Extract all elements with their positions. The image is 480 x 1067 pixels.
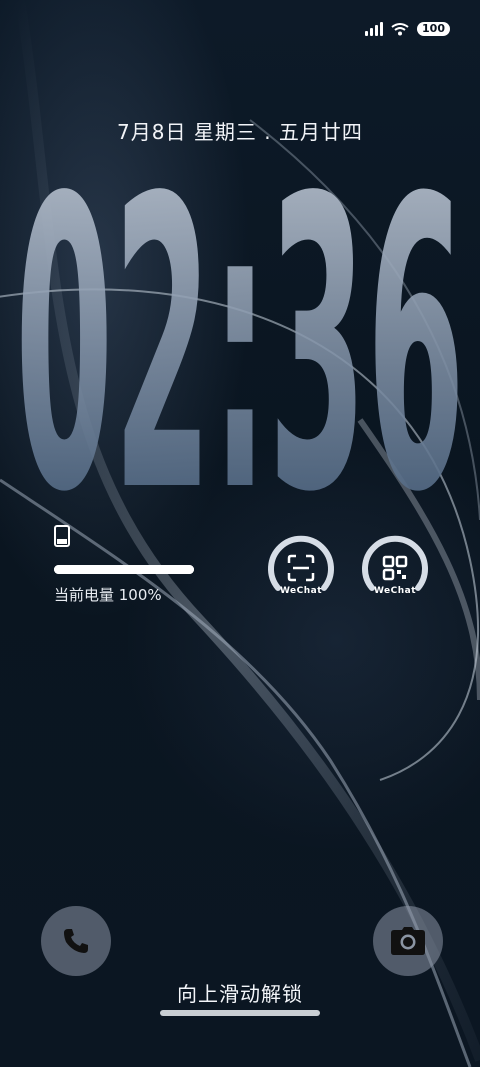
phone-call-button[interactable] — [41, 906, 111, 976]
camera-button[interactable] — [373, 906, 443, 976]
signal-icon — [365, 22, 384, 36]
unlock-hint: 向上滑动解锁 — [177, 982, 303, 1006]
phone-call-icon — [64, 929, 88, 953]
scan-icon — [287, 554, 315, 582]
battery-label: 当前电量 100% — [54, 586, 162, 604]
wechat-scan-shortcut[interactable]: WeChat — [266, 533, 336, 603]
phone-icon — [54, 525, 70, 547]
qr-code-icon — [382, 555, 408, 581]
battery-widget: 当前电量 100% — [54, 525, 204, 605]
clock: 02:36 — [10, 115, 470, 580]
wechat-qr-shortcut[interactable]: WeChat — [360, 533, 430, 603]
wifi-icon — [391, 23, 409, 36]
camera-icon — [391, 927, 425, 955]
status-bar: 100 — [365, 22, 450, 36]
shortcut-label: WeChat — [279, 586, 323, 596]
shortcut-label: WeChat — [373, 586, 417, 596]
battery-level-fill — [54, 565, 194, 574]
battery-level-bar — [54, 565, 194, 574]
battery-indicator: 100 — [417, 22, 450, 36]
clock-time: 02:36 — [15, 120, 465, 540]
home-indicator[interactable] — [160, 1010, 320, 1016]
